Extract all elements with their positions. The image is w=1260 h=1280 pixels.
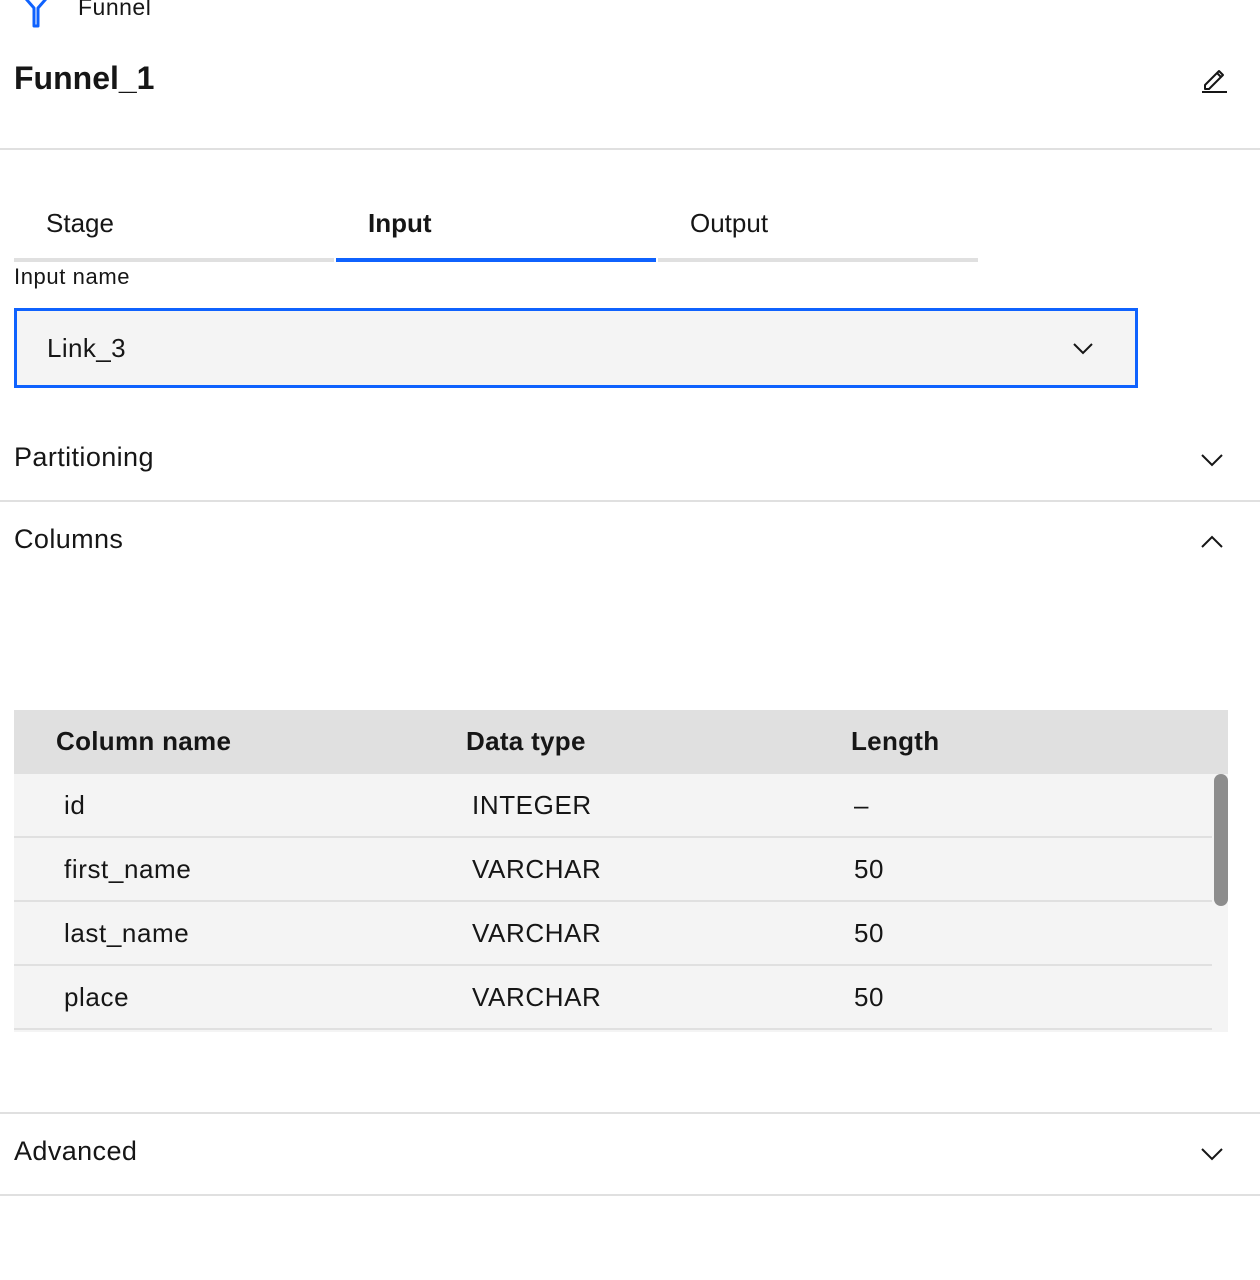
accordion-columns-title: Columns <box>14 524 124 554</box>
table-row[interactable]: id INTEGER – <box>14 774 1212 838</box>
accordion-partitioning-title: Partitioning <box>14 442 154 472</box>
cell-column-name: id <box>64 790 86 820</box>
stage-type-label: Funnel <box>78 0 152 20</box>
scrollbar-thumb[interactable] <box>1214 774 1228 906</box>
divider <box>0 1194 1260 1196</box>
funnel-icon <box>25 0 47 28</box>
accordion-partitioning[interactable]: Partitioning <box>0 420 1260 500</box>
cell-column-name: last_name <box>64 918 190 948</box>
stage-type-header <box>14 0 58 30</box>
chevron-down-icon <box>1201 454 1223 467</box>
accordion-advanced-title: Advanced <box>14 1136 138 1166</box>
chevron-down-icon <box>1073 343 1093 355</box>
tab-output[interactable]: Output <box>658 190 978 262</box>
column-header-length[interactable]: Length <box>851 726 939 757</box>
page-title: Funnel_1 <box>14 60 155 96</box>
tab-list: Stage Input Output <box>14 190 978 262</box>
column-header-data-type[interactable]: Data type <box>466 726 586 757</box>
cell-data-type: VARCHAR <box>472 982 602 1012</box>
cell-data-type: VARCHAR <box>472 854 602 884</box>
column-header-name[interactable]: Column name <box>56 726 231 757</box>
cell-length: – <box>854 790 870 820</box>
pencil-icon <box>1202 70 1227 93</box>
cell-length: 50 <box>854 982 885 1012</box>
input-name-dropdown[interactable]: Link_3 <box>14 308 1138 388</box>
table-header: Column name Data type Length <box>14 710 1228 774</box>
tab-stage[interactable]: Stage <box>14 190 334 262</box>
columns-table: Column name Data type Length id INTEGER … <box>14 710 1228 1032</box>
accordion-advanced[interactable]: Advanced <box>0 1114 1260 1194</box>
edit-name-button[interactable] <box>1196 60 1232 96</box>
header-divider <box>0 148 1260 150</box>
chevron-up-icon <box>1201 535 1223 548</box>
cell-data-type: INTEGER <box>472 790 592 820</box>
cell-data-type: VARCHAR <box>472 918 602 948</box>
table-scrollbar[interactable] <box>1212 774 1228 1032</box>
cell-column-name: place <box>64 982 130 1012</box>
table-row[interactable]: last_name VARCHAR 50 <box>14 902 1212 966</box>
cell-column-name: first_name <box>64 854 192 884</box>
cell-length: 50 <box>854 918 885 948</box>
chevron-down-icon <box>1201 1148 1223 1161</box>
funnel-stage-panel: Funnel Funnel_1 Stage Input Output Input… <box>0 0 1260 1280</box>
cell-length: 50 <box>854 854 885 884</box>
tab-input[interactable]: Input <box>336 190 656 262</box>
input-name-label: Input name <box>14 264 131 289</box>
input-name-value: Link_3 <box>47 332 127 363</box>
accordion-columns[interactable]: Columns <box>0 502 1260 582</box>
table-row[interactable]: first_name VARCHAR 50 <box>14 838 1212 902</box>
table-row[interactable]: place VARCHAR 50 <box>14 966 1212 1030</box>
